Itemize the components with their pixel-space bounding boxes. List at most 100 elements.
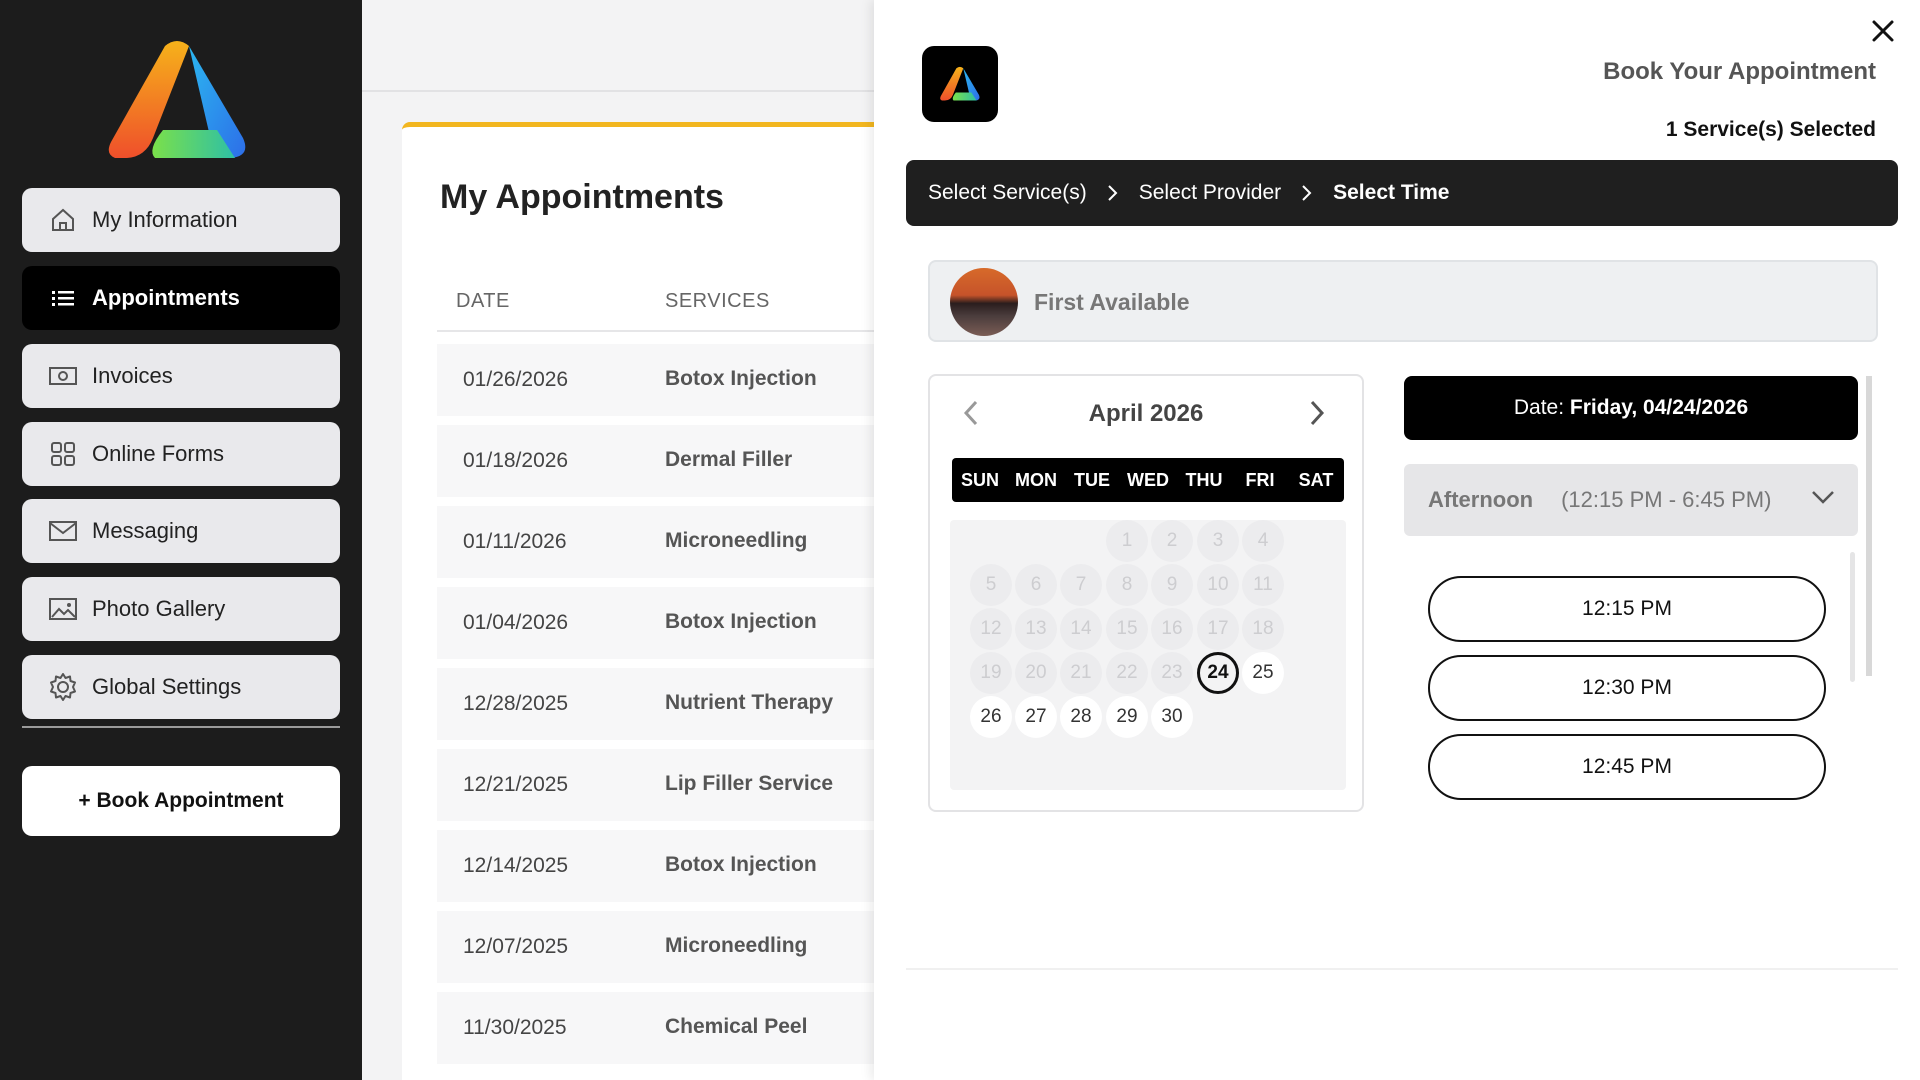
app-icon: [922, 46, 998, 122]
chevron-down-icon: [1812, 491, 1834, 504]
calendar-day[interactable]: 30: [1151, 696, 1193, 738]
calendar-month: April 2026: [1088, 400, 1204, 427]
table-row[interactable]: 12/28/2025 Nutrient Therapy: [437, 668, 907, 740]
panel-divider: [906, 968, 1898, 970]
period-dropdown[interactable]: Afternoon (12:15 PM - 6:45 PM): [1404, 464, 1858, 536]
calendar-day: 5: [970, 564, 1012, 606]
scrollbar[interactable]: [1866, 376, 1872, 676]
calendar-day[interactable]: 27: [1015, 696, 1057, 738]
row-service: Botox Injection: [665, 853, 817, 876]
row-date: 12/21/2025: [463, 773, 569, 796]
table-row[interactable]: 01/18/2026 Dermal Filler: [437, 425, 907, 497]
calendar-day: 11: [1242, 564, 1284, 606]
calendar-day: 22: [1106, 652, 1148, 694]
calendar-day[interactable]: 26: [970, 696, 1012, 738]
sidebar-item-online-forms[interactable]: Online Forms: [22, 422, 340, 486]
row-date: 12/28/2025: [463, 692, 569, 715]
calendar-day[interactable]: 29: [1106, 696, 1148, 738]
sidebar-item-my-information[interactable]: My Information: [22, 188, 340, 252]
calendar-day: 23: [1151, 652, 1193, 694]
row-service: Botox Injection: [665, 367, 817, 390]
chevron-right-icon[interactable]: [1306, 398, 1328, 428]
row-date: 12/07/2025: [463, 935, 569, 958]
step-select-time: Select Time: [1333, 181, 1450, 204]
table-row[interactable]: 12/14/2025 Botox Injection: [437, 830, 907, 902]
calendar-day: 1: [1106, 520, 1148, 562]
calendar-day: 4: [1242, 520, 1284, 562]
gear-icon: [48, 672, 78, 702]
step-select-provider[interactable]: Select Provider: [1139, 181, 1281, 205]
weekday-header: SUN MON TUE WED THU FRI SAT: [952, 458, 1344, 502]
time-slot-button[interactable]: 12:30 PM: [1428, 655, 1826, 721]
sidebar: My Information Appointments Invoices Onl…: [0, 0, 362, 1080]
book-appointment-button[interactable]: + Book Appointment: [22, 766, 340, 836]
date-label: Date:: [1513, 396, 1565, 419]
avatar: [950, 268, 1018, 336]
weekday-label: MON: [1015, 470, 1057, 490]
close-icon[interactable]: [1866, 14, 1900, 48]
time-slot-button[interactable]: 12:45 PM: [1428, 734, 1826, 800]
table-row[interactable]: 12/21/2025 Lip Filler Service: [437, 749, 907, 821]
selected-date-bar: Date: Friday, 04/24/2026: [1404, 376, 1858, 440]
brand-logo: [108, 41, 246, 158]
breadcrumb: Select Service(s) Select Provider Select…: [906, 160, 1898, 226]
provider-selector[interactable]: First Available: [928, 260, 1878, 342]
sidebar-item-appointments[interactable]: Appointments: [22, 266, 340, 330]
weekday-label: SUN: [960, 470, 999, 490]
row-service: Lip Filler Service: [665, 772, 834, 795]
row-service: Dermal Filler: [665, 448, 793, 471]
chevron-right-icon: [1301, 184, 1313, 202]
calendar-day: 8: [1106, 564, 1148, 606]
calendar-day[interactable]: 25: [1242, 652, 1284, 694]
table-row[interactable]: 01/26/2026 Botox Injection: [437, 344, 907, 416]
period-label: Afternoon: [1428, 487, 1534, 512]
row-service: Microneedling: [665, 934, 808, 957]
time-slot-button[interactable]: 12:15 PM: [1428, 576, 1826, 642]
table-row[interactable]: 11/30/2025 Chemical Peel: [437, 992, 907, 1064]
top-bar: [362, 0, 902, 92]
sidebar-item-messaging[interactable]: Messaging: [22, 499, 340, 563]
calendar-day: 2: [1151, 520, 1193, 562]
table-row[interactable]: 01/11/2026 Microneedling: [437, 506, 907, 578]
calendar-day: 17: [1197, 608, 1239, 650]
sidebar-item-invoices[interactable]: Invoices: [22, 344, 340, 408]
row-date: 01/04/2026: [463, 611, 569, 634]
mail-icon: [48, 516, 78, 546]
row-service: Microneedling: [665, 529, 808, 552]
row-date: 01/18/2026: [463, 449, 569, 472]
calendar-day: 10: [1197, 564, 1239, 606]
grid-icon: [48, 439, 78, 469]
sidebar-item-label: My Information: [92, 207, 238, 232]
period-range: (12:15 PM - 6:45 PM): [1561, 487, 1772, 512]
weekday-label: SAT: [1298, 470, 1334, 490]
calendar-day-selected[interactable]: 24: [1197, 652, 1239, 694]
provider-name: First Available: [1034, 289, 1190, 315]
weekday-label: THU: [1185, 470, 1223, 490]
slot-scrollbar[interactable]: [1850, 552, 1855, 682]
calendar-day: 13: [1015, 608, 1057, 650]
row-service: Chemical Peel: [665, 1015, 808, 1038]
column-header-date: DATE: [456, 290, 510, 312]
sidebar-item-photo-gallery[interactable]: Photo Gallery: [22, 577, 340, 641]
calendar-day: 15: [1106, 608, 1148, 650]
weekday-label: FRI: [1245, 470, 1275, 490]
row-date: 01/11/2026: [463, 530, 567, 553]
sidebar-item-label: Photo Gallery: [92, 596, 226, 621]
calendar-day[interactable]: 28: [1060, 696, 1102, 738]
calendar-day: 18: [1242, 608, 1284, 650]
list-icon: [48, 283, 78, 313]
step-select-services[interactable]: Select Service(s): [928, 181, 1087, 205]
sidebar-item-label: Invoices: [92, 363, 173, 388]
chevron-right-icon: [1107, 184, 1119, 202]
calendar-day: 19: [970, 652, 1012, 694]
row-date: 01/26/2026: [463, 368, 569, 391]
calendar-grid: 1 2 3 4 5 6 7 8 9 10 11 12 13 14 15 16 1…: [950, 520, 1346, 790]
table-row[interactable]: 01/04/2026 Botox Injection: [437, 587, 907, 659]
panel-title: Book Your Appointment: [1603, 58, 1876, 85]
sidebar-item-global-settings[interactable]: Global Settings: [22, 655, 340, 719]
sidebar-item-label: Global Settings: [92, 674, 242, 699]
calendar-day: 3: [1197, 520, 1239, 562]
calendar-day: 12: [970, 608, 1012, 650]
sidebar-divider: [22, 726, 340, 728]
table-row[interactable]: 12/07/2025 Microneedling: [437, 911, 907, 983]
